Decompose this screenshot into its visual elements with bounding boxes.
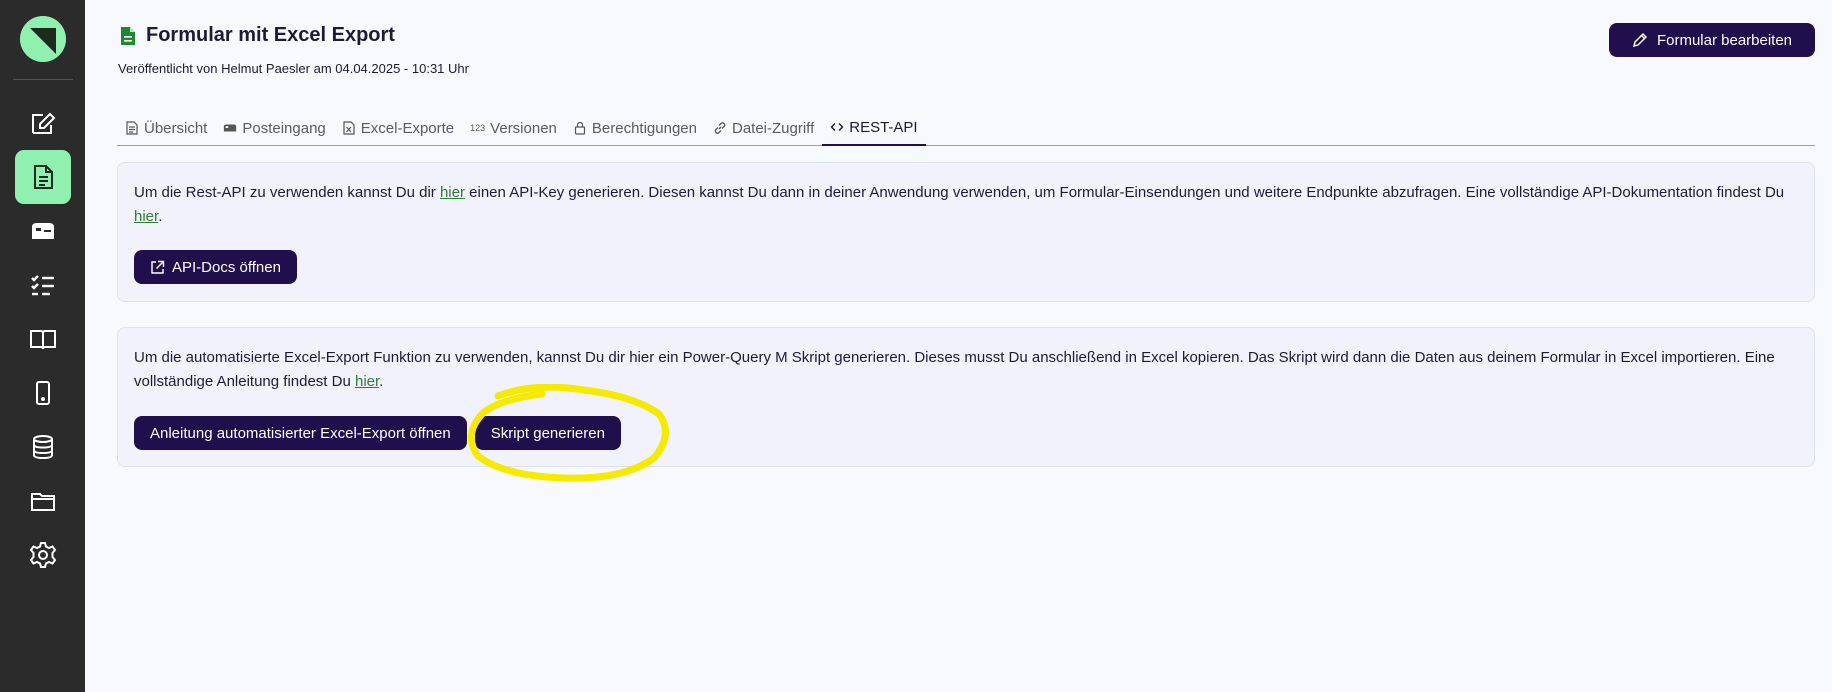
tab-overview[interactable]: Übersicht xyxy=(117,110,215,146)
sidebar-item-mobile[interactable] xyxy=(15,366,71,420)
checklist-icon xyxy=(30,275,54,296)
sidebar-divider xyxy=(12,79,73,80)
page-title: Formular mit Excel Export xyxy=(146,24,395,46)
tab-bar: Übersicht Posteingang Excel-Exporte 123 … xyxy=(117,110,1815,146)
rest-text-3: . xyxy=(158,208,163,225)
rest-text-1: Um die Rest-API zu verwenden kannst Du d… xyxy=(134,184,440,201)
file-text-icon xyxy=(125,121,139,135)
generate-script-button[interactable]: Skript generieren xyxy=(474,416,621,450)
book-icon xyxy=(29,330,56,350)
tab-file-access-label: Datei-Zugriff xyxy=(731,119,815,137)
sidebar-item-inbox[interactable] xyxy=(15,204,71,258)
tab-permissions-label: Berechtigungen xyxy=(591,119,697,137)
published-info: Veröffentlicht von Helmut Paesler am 04.… xyxy=(118,61,469,76)
excel-export-card: Um die automatisierte Excel-Export Funkt… xyxy=(117,327,1815,467)
app-logo[interactable] xyxy=(19,16,66,62)
lock-icon xyxy=(573,121,587,135)
tab-rest-api-label: REST-API xyxy=(849,118,918,136)
excel-button-row: Anleitung automatisierter Excel-Export ö… xyxy=(134,416,621,450)
tab-overview-label: Übersicht xyxy=(144,119,208,137)
document-icon xyxy=(33,165,53,189)
logo-icon xyxy=(19,16,66,62)
gear-icon xyxy=(29,542,56,568)
form-document-icon xyxy=(121,26,135,45)
sidebar-item-docs[interactable] xyxy=(15,312,71,366)
link-icon xyxy=(713,121,727,135)
tab-rest-api[interactable]: REST-API xyxy=(822,110,926,146)
excel-guide-link[interactable]: hier xyxy=(355,373,379,390)
page-header: Formular mit Excel Export xyxy=(120,24,395,47)
numbers-icon: 123 xyxy=(470,123,486,133)
folder-icon xyxy=(30,493,55,511)
tab-excel-exports[interactable]: Excel-Exporte xyxy=(334,110,462,146)
form-edit-icon xyxy=(31,112,55,134)
excel-text-2: . xyxy=(379,373,384,390)
open-api-docs-label: API-Docs öffnen xyxy=(172,258,281,276)
rest-api-description: Um die Rest-API zu verwenden kannst Du d… xyxy=(134,181,1798,229)
code-icon xyxy=(830,120,844,134)
tab-versions-label: Versionen xyxy=(490,119,557,137)
open-excel-guide-button[interactable]: Anleitung automatisierter Excel-Export ö… xyxy=(134,416,467,450)
sidebar-item-checklist[interactable] xyxy=(15,258,71,312)
api-key-link[interactable]: hier xyxy=(440,184,465,201)
sidebar-item-database[interactable] xyxy=(15,420,71,474)
pencil-icon xyxy=(1632,32,1648,48)
sidebar-item-forms-edit[interactable] xyxy=(15,96,71,150)
rest-text-2: einen API-Key generieren. Diesen kannst … xyxy=(464,184,1785,201)
external-link-icon xyxy=(151,260,165,274)
edit-form-button[interactable]: Formular bearbeiten xyxy=(1609,23,1815,57)
tab-versions[interactable]: 123 Versionen xyxy=(462,110,565,146)
tab-inbox[interactable]: Posteingang xyxy=(215,110,333,146)
sidebar-item-files[interactable] xyxy=(15,474,71,528)
mobile-icon xyxy=(35,381,50,405)
open-api-docs-button[interactable]: API-Docs öffnen xyxy=(134,250,297,284)
rest-button-row: API-Docs öffnen xyxy=(134,250,297,284)
rest-api-card: Um die Rest-API zu verwenden kannst Du d… xyxy=(117,162,1815,302)
edit-form-label: Formular bearbeiten xyxy=(1656,31,1793,49)
sidebar-item-settings[interactable] xyxy=(15,528,71,582)
mailbox-icon xyxy=(223,121,237,135)
sidebar xyxy=(0,0,85,692)
database-icon xyxy=(32,435,53,460)
tab-excel-exports-label: Excel-Exporte xyxy=(360,119,455,137)
inbox-icon xyxy=(31,223,54,239)
tab-file-access[interactable]: Datei-Zugriff xyxy=(705,110,822,146)
api-docs-link[interactable]: hier xyxy=(134,208,158,225)
tab-inbox-label: Posteingang xyxy=(242,119,326,137)
sidebar-item-documents[interactable] xyxy=(14,150,71,204)
excel-export-description: Um die automatisierte Excel-Export Funkt… xyxy=(134,346,1798,394)
excel-file-icon xyxy=(342,121,356,135)
tab-permissions[interactable]: Berechtigungen xyxy=(565,110,705,146)
